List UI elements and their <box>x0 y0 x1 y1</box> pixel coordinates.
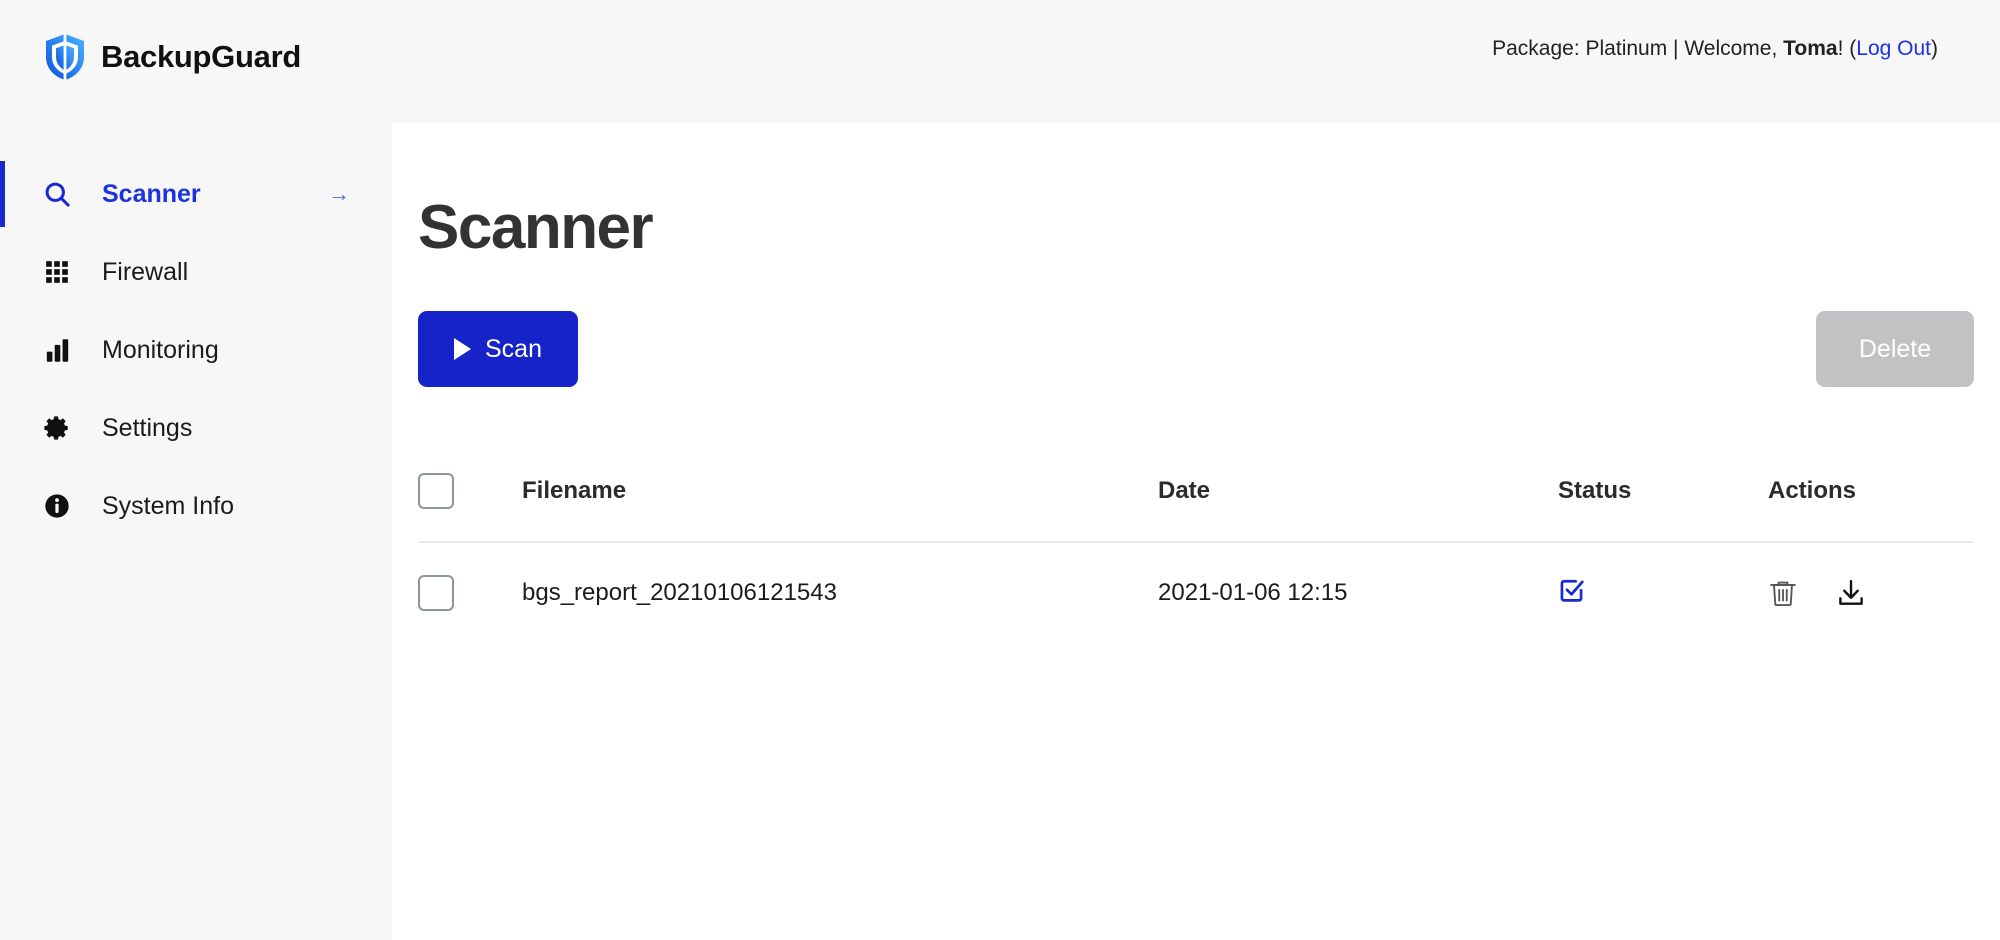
cell-filename: bgs_report_20210106121543 <box>522 579 1158 607</box>
trash-icon[interactable] <box>1768 578 1798 608</box>
scan-button[interactable]: Scan <box>418 311 578 387</box>
sidebar-item-label: System Info <box>102 492 234 521</box>
table-header-row: Filename Date Status Actions <box>418 441 1974 543</box>
column-header-actions: Actions <box>1768 477 1974 505</box>
sidebar-item-label: Monitoring <box>102 336 219 365</box>
column-header-date[interactable]: Date <box>1158 477 1558 505</box>
sidebar-item-settings[interactable]: Settings <box>0 389 392 467</box>
user-name: Toma <box>1783 37 1837 60</box>
arrow-right-icon: → <box>328 183 350 205</box>
cell-actions <box>1768 578 1974 608</box>
column-header-status[interactable]: Status <box>1558 477 1768 505</box>
cell-status <box>1558 577 1768 609</box>
sidebar-item-label: Firewall <box>102 258 188 287</box>
brand-logo[interactable]: BackupGuard <box>44 33 301 81</box>
cell-date: 2021-01-06 12:15 <box>1158 579 1558 607</box>
grid-icon <box>40 255 74 289</box>
bar-chart-icon <box>40 333 74 367</box>
sidebar-item-monitoring[interactable]: Monitoring <box>0 311 392 389</box>
sidebar-nav: Scanner → Firewall <box>0 155 392 545</box>
account-close-paren: ) <box>1931 37 1938 60</box>
row-actions <box>1768 578 1974 608</box>
page-title: Scanner <box>418 197 652 259</box>
search-icon <box>40 177 74 211</box>
top-header: BackupGuard Package: Platinum | Welcome,… <box>0 0 2000 123</box>
table-row: bgs_report_20210106121543 2021-01-06 12:… <box>418 543 1974 643</box>
toolbar: Scan Delete <box>418 311 1974 391</box>
scan-results-table: Filename Date Status Actions bgs_report_… <box>418 441 1974 643</box>
sidebar-item-label: Settings <box>102 414 192 443</box>
play-icon <box>454 338 471 360</box>
app-root: BackupGuard Package: Platinum | Welcome,… <box>0 0 2000 940</box>
sidebar: Scanner → Firewall <box>0 123 392 940</box>
main-content: Scanner Scan Delete Filename Date Status… <box>392 123 2000 940</box>
sidebar-item-label: Scanner <box>102 180 201 209</box>
account-info: Package: Platinum | Welcome, Toma! (Log … <box>1492 37 1938 61</box>
scan-button-label: Scan <box>485 335 542 364</box>
select-all-checkbox[interactable] <box>418 473 454 509</box>
check-square-icon <box>1558 577 1585 604</box>
row-select-cell <box>418 575 522 611</box>
sidebar-item-firewall[interactable]: Firewall <box>0 233 392 311</box>
delete-button[interactable]: Delete <box>1816 311 1974 387</box>
shield-icon <box>44 33 86 81</box>
download-icon[interactable] <box>1836 578 1866 608</box>
gear-icon <box>40 411 74 445</box>
row-checkbox[interactable] <box>418 575 454 611</box>
sidebar-item-system-info[interactable]: System Info <box>0 467 392 545</box>
column-header-filename[interactable]: Filename <box>522 477 1158 505</box>
brand-name: BackupGuard <box>101 39 301 75</box>
package-welcome-text: Package: Platinum | Welcome, <box>1492 37 1783 60</box>
logout-link[interactable]: Log Out <box>1856 37 1931 60</box>
select-all-cell <box>418 473 522 509</box>
account-exclaim: ! ( <box>1838 37 1857 60</box>
sidebar-item-scanner[interactable]: Scanner → <box>0 155 392 233</box>
info-circle-icon <box>40 489 74 523</box>
